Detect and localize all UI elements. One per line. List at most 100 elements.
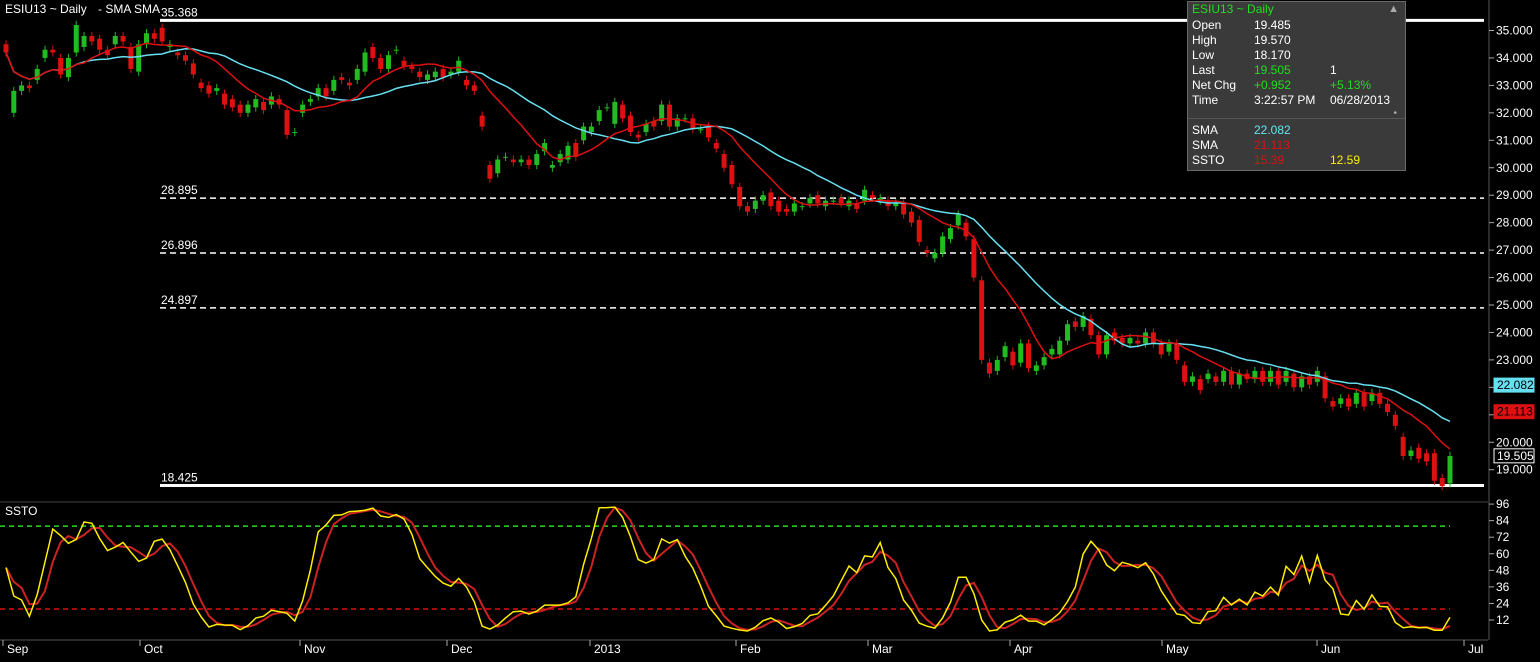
candle-body: [3, 44, 9, 53]
scroll-up-icon[interactable]: •: [1393, 108, 1397, 119]
price-tag-label: 19.505: [1497, 449, 1534, 463]
candle-body: [534, 154, 540, 166]
candle-body: [1057, 340, 1063, 355]
chart-title: ESIU13 ~ Daily - SMA SMA: [5, 2, 160, 16]
x-tick-label: Jun: [1321, 642, 1340, 656]
candle-body: [1439, 477, 1445, 487]
candle-body: [11, 90, 17, 113]
candle-body: [346, 82, 352, 86]
data-row-label: Net Chg: [1192, 78, 1237, 92]
candle-body: [19, 85, 25, 91]
x-tick-label: Nov: [304, 642, 325, 656]
x-tick-label: Apr: [1014, 642, 1033, 656]
candle-body: [893, 203, 899, 207]
level-label: 26.896: [161, 238, 198, 252]
candle-body: [1338, 398, 1344, 404]
candle-body: [151, 33, 157, 39]
candle-body: [417, 71, 423, 78]
candle-body: [50, 49, 56, 53]
ssto-tick-label: 12: [1496, 613, 1510, 627]
y-tick-label: 27.000: [1496, 243, 1533, 257]
candle-body: [1228, 370, 1234, 385]
data-row: Time 3:22:57 PM 06/28/2013: [1192, 93, 1402, 108]
candle-body: [752, 200, 758, 209]
ssto-tick-label: 96: [1496, 497, 1510, 511]
x-tick-label: Mar: [872, 642, 893, 656]
price-tag-label: 21.113: [1497, 405, 1533, 419]
data-window-controls-icon[interactable]: ▲: [1388, 3, 1399, 15]
candle-body: [596, 110, 602, 122]
candle-body: [1197, 379, 1203, 391]
candle-body: [175, 52, 181, 56]
candle-body: [721, 154, 727, 168]
candle-body: [331, 79, 337, 91]
candle-body: [1346, 398, 1352, 407]
candle-body: [300, 104, 306, 113]
candle-body: [604, 107, 610, 109]
candle-body: [510, 159, 516, 163]
candle-body: [908, 211, 914, 223]
data-row-label: Last: [1192, 63, 1215, 77]
candle-body: [526, 159, 532, 166]
y-tick-label: 35.000: [1496, 24, 1533, 38]
y-tick-label: 19.000: [1496, 463, 1533, 477]
candle-body: [354, 68, 360, 80]
candle-body: [1158, 343, 1164, 355]
candle-body: [42, 49, 48, 58]
data-row-value: +0.952: [1254, 78, 1292, 92]
y-tick-label: 32.000: [1496, 106, 1533, 120]
data-row: Last 19.505 1: [1192, 63, 1402, 78]
data-row-value: 18.170: [1254, 48, 1291, 62]
data-row: Net Chg +0.952 +5.13%: [1192, 78, 1402, 93]
candle-body: [393, 49, 399, 51]
candle-body: [1002, 346, 1008, 358]
ssto-pane-label: SSTO: [5, 504, 38, 518]
study-row-value: 22.082: [1254, 123, 1291, 137]
x-tick-label: May: [1166, 642, 1189, 656]
candle-body: [487, 165, 493, 179]
data-row-value-2: +5.13%: [1330, 78, 1372, 92]
candle-body: [229, 99, 235, 108]
y-tick-label: 20.000: [1496, 435, 1533, 449]
data-row: High 19.570: [1192, 33, 1402, 48]
candle-body: [424, 74, 430, 80]
data-window-title: ESIU13 ~ Daily: [1188, 2, 1405, 17]
candle-body: [1392, 414, 1398, 426]
data-row-label: Low: [1192, 48, 1215, 62]
candle-body: [1189, 376, 1195, 382]
candle-body: [307, 99, 313, 102]
candle-body: [81, 35, 87, 47]
candle-body: [682, 118, 688, 120]
study-row-value: 21.113: [1254, 138, 1290, 152]
data-window[interactable]: ESIU13 ~ Daily ▲ Open 19.485 High 19.570 Low…: [1187, 1, 1406, 171]
candle-body: [1236, 373, 1242, 385]
candle-body: [1127, 337, 1133, 344]
candle-body: [557, 154, 563, 163]
candle-body: [776, 200, 782, 212]
candle-body: [378, 57, 384, 69]
candle-body: [1041, 357, 1047, 366]
candle-body: [581, 126, 587, 141]
candle-body: [830, 200, 836, 202]
candle-body: [1033, 365, 1039, 371]
candle-body: [815, 195, 821, 204]
x-tick-label: Sep: [7, 642, 29, 656]
candle-body: [1221, 370, 1227, 382]
candle-body: [1267, 370, 1273, 382]
y-tick-label: 29.000: [1496, 188, 1533, 202]
candle-body: [924, 250, 930, 253]
candle-body: [1104, 335, 1110, 355]
x-tick-label: 2013: [594, 642, 621, 656]
candle-body: [698, 129, 704, 131]
candle-body: [666, 104, 672, 127]
candle-body: [573, 143, 579, 157]
candle-body: [971, 239, 977, 278]
y-tick-label: 33.000: [1496, 78, 1533, 92]
data-row-value-2: 06/28/2013: [1330, 93, 1391, 107]
study-row-label: SMA: [1192, 138, 1219, 152]
candle-body: [549, 165, 555, 168]
candle-body: [503, 156, 509, 158]
candle-body: [799, 206, 805, 208]
level-label: 18.425: [161, 470, 198, 484]
candle-body: [362, 52, 368, 72]
